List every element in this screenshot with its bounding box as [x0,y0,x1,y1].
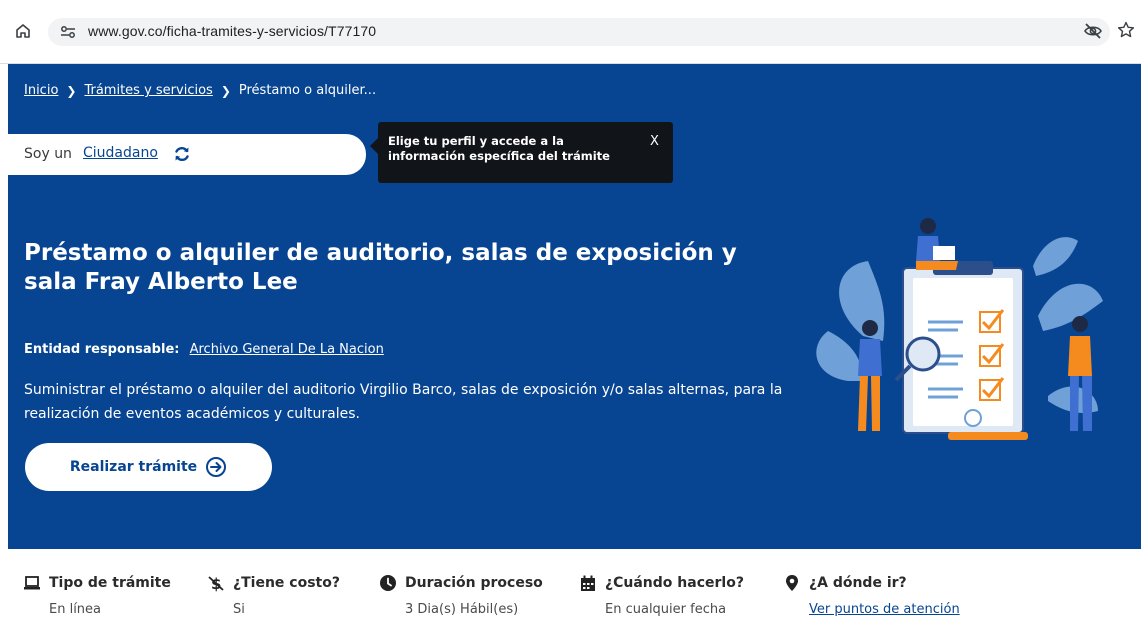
laptop-icon [24,576,40,590]
tooltip-text: Elige tu perfil y accede a la informació… [388,134,610,163]
procedure-info-strip: Tipo de trámite En línea $ ¿Tiene costo?… [8,549,1141,643]
clock-icon [380,575,396,591]
info-label: Tipo de trámite [49,575,171,591]
breadcrumb-tramites[interactable]: Trámites y servicios [84,83,212,98]
hero-section: Inicio ❯ Trámites y servicios ❯ Préstamo… [8,64,1141,549]
info-item-duracion: Duración proceso 3 Dia(s) Hábil(es) [379,574,543,617]
info-item-tipo: Tipo de trámite En línea [23,574,171,617]
ver-puntos-link[interactable]: Ver puntos de atención [809,602,960,617]
url-text[interactable]: www.gov.co/ficha-tramites-y-servicios/T7… [88,23,376,39]
breadcrumb: Inicio ❯ Trámites y servicios ❯ Préstamo… [24,83,376,98]
browser-address-bar: www.gov.co/ficha-tramites-y-servicios/T7… [0,0,1141,64]
refresh-icon[interactable] [173,145,191,163]
arrow-circle-right-icon [206,457,227,477]
tooltip-close-button[interactable]: X [650,134,659,149]
info-item-cuando: ¿Cuándo hacerlo? En cualquier fecha [579,574,744,617]
checklist-illustration [816,218,1103,440]
info-label: ¿Tiene costo? [233,575,340,591]
entity-label: Entidad responsable: [24,342,180,357]
profile-role-link[interactable]: Ciudadano [83,145,158,161]
breadcrumb-inicio[interactable]: Inicio [24,83,58,98]
home-icon[interactable] [14,22,32,40]
info-label: ¿A dónde ir? [809,575,907,591]
info-value: 3 Dia(s) Hábil(es) [405,602,519,617]
site-settings-icon[interactable] [60,25,76,39]
cost-icon: $ [208,575,224,592]
breadcrumb-current: Préstamo o alquiler... [238,83,377,98]
procedure-description: Suministrar el préstamo o alquiler del a… [24,382,783,422]
eye-off-icon[interactable] [1083,22,1103,40]
chevron-right-icon: ❯ [66,83,77,98]
location-icon [786,575,798,591]
cta-label: Realizar trámite [69,459,198,475]
info-item-donde: ¿A dónde ir? Ver puntos de atención [783,574,960,617]
info-item-costo: $ ¿Tiene costo? Si [207,574,340,617]
responsible-entity: Entidad responsable: Archivo General De … [24,342,384,357]
page-title: Préstamo o alquiler de auditorio, salas … [24,240,737,295]
info-value: En cualquier fecha [605,602,727,617]
profile-tooltip: Elige tu perfil y accede a la informació… [370,122,673,183]
star-icon[interactable] [1117,21,1135,39]
info-label: ¿Cuándo hacerlo? [605,575,744,591]
info-value: En línea [49,602,102,617]
calendar-icon [581,575,595,591]
profile-selector: Soy un Ciudadano [8,134,366,175]
realizar-tramite-button[interactable]: Realizar trámite [25,443,272,491]
profile-prefix: Soy un [24,146,72,162]
chevron-right-icon: ❯ [220,83,231,98]
info-value: Si [233,602,245,617]
info-label: Duración proceso [405,575,543,591]
entity-link[interactable]: Archivo General De La Nacion [190,342,384,357]
